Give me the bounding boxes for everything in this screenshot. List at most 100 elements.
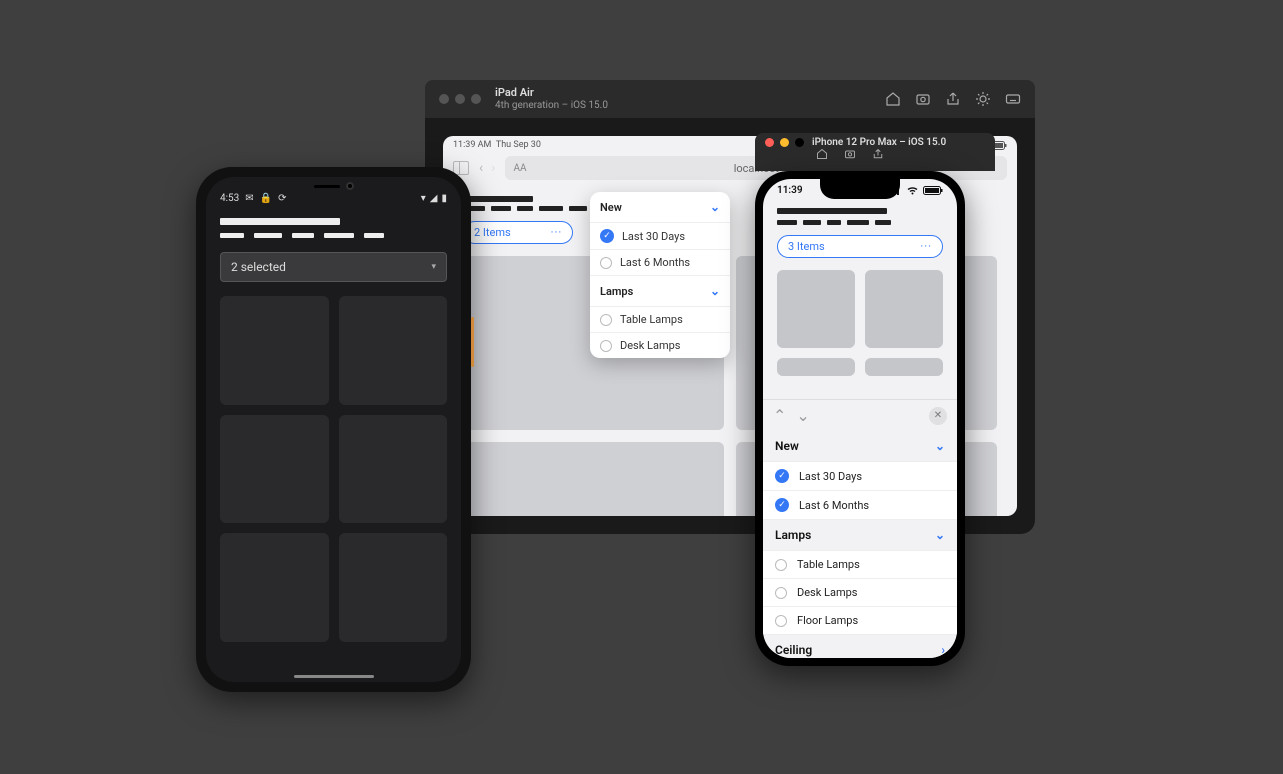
window-controls[interactable] xyxy=(765,138,804,147)
product-tile[interactable] xyxy=(463,442,724,516)
filter-section-ceiling[interactable]: Ceiling › xyxy=(763,635,957,658)
battery-icon: ▮ xyxy=(441,193,447,204)
product-tile[interactable] xyxy=(220,415,329,524)
product-tile[interactable] xyxy=(220,296,329,405)
product-tile[interactable] xyxy=(777,358,855,376)
window-controls[interactable] xyxy=(439,94,481,104)
iphone-bezel: 11:39 3 Items ··· xyxy=(755,171,965,666)
product-tile[interactable] xyxy=(339,533,448,642)
filter-popover: New ⌄ ✓ Last 30 Days Last 6 Months Lamps… xyxy=(590,192,730,358)
keyboard-icon[interactable] xyxy=(1005,91,1021,107)
filter-pill-more[interactable]: ··· xyxy=(551,226,563,239)
filter-section-lamps[interactable]: Lamps ⌄ xyxy=(590,275,730,306)
iphone-sim-titlebar[interactable]: iPhone 12 Pro Max – iOS 15.0 xyxy=(755,133,995,171)
filter-option[interactable]: Desk Lamps xyxy=(763,579,957,607)
zoom-dot[interactable] xyxy=(795,138,804,147)
product-tile[interactable] xyxy=(220,533,329,642)
android-screen: 4:53 ✉ 🔒 ⟳ ▾ ◢ ▮ xyxy=(206,177,461,682)
chevron-down-icon: ⌄ xyxy=(935,528,945,542)
filter-pill[interactable]: 3 Items ··· xyxy=(777,235,943,258)
page-title-placeholder xyxy=(777,208,887,214)
product-grid xyxy=(220,296,447,642)
ipad-sim-titlebar[interactable]: iPad Air 4th generation – iOS 15.0 xyxy=(425,80,1035,118)
product-tile[interactable] xyxy=(339,415,448,524)
filter-option[interactable]: Last 6 Months xyxy=(590,249,730,275)
breadcrumb-placeholder xyxy=(220,233,447,238)
text-size-icon[interactable]: AA xyxy=(513,163,526,174)
filter-option[interactable]: Table Lamps xyxy=(763,550,957,579)
minimize-dot[interactable] xyxy=(455,94,465,104)
filter-pill-more[interactable]: ··· xyxy=(920,240,932,253)
filter-option-label: Last 6 Months xyxy=(620,256,690,269)
radio-empty-icon xyxy=(600,314,612,326)
sim-toolbar-icons xyxy=(885,91,1021,107)
filter-option-label: Floor Lamps xyxy=(797,614,858,627)
chevron-down-icon: ⌄ xyxy=(710,200,720,214)
product-grid xyxy=(777,270,943,376)
check-icon: ✓ xyxy=(600,229,614,243)
brightness-icon[interactable] xyxy=(975,91,991,107)
forward-icon[interactable]: › xyxy=(491,160,495,176)
chevron-down-icon: ⌄ xyxy=(935,439,945,453)
home-indicator[interactable] xyxy=(294,675,374,678)
chevron-up-icon[interactable]: ⌃ xyxy=(773,406,786,425)
status-date: Thu Sep 30 xyxy=(496,140,541,150)
lock-icon: 🔒 xyxy=(260,193,272,204)
filter-sheet: ⌃ ⌄ ✕ New ⌄ ✓ Last 30 Days ✓ Last 6 Mont… xyxy=(763,399,957,658)
product-tile[interactable] xyxy=(339,296,448,405)
battery-icon xyxy=(923,186,943,195)
product-tile[interactable] xyxy=(777,270,855,348)
radio-empty-icon xyxy=(775,587,787,599)
product-tile[interactable] xyxy=(865,270,943,348)
page-title-placeholder xyxy=(463,196,533,202)
filter-option[interactable]: Floor Lamps xyxy=(763,607,957,635)
filter-option[interactable]: Table Lamps xyxy=(590,306,730,332)
page-title-placeholder xyxy=(220,218,447,238)
signal-icon: ◢ xyxy=(430,193,438,204)
screenshot-icon[interactable] xyxy=(843,148,857,160)
sim-device-name: iPad Air xyxy=(495,87,608,99)
close-button[interactable]: ✕ xyxy=(929,407,947,425)
filter-option[interactable]: ✓ Last 30 Days xyxy=(590,222,730,249)
filter-dropdown-label: 2 selected xyxy=(231,260,286,274)
chevron-down-icon: ⌄ xyxy=(710,284,720,298)
close-dot[interactable] xyxy=(439,94,449,104)
breadcrumb-placeholder xyxy=(777,220,943,225)
filter-pill[interactable]: 2 Items ··· xyxy=(463,221,573,244)
back-icon[interactable]: ‹ xyxy=(479,160,483,176)
chevron-down-icon[interactable]: ⌄ xyxy=(796,406,809,425)
iphone-screen: 11:39 3 Items ··· xyxy=(763,179,957,658)
filter-section-lamps[interactable]: Lamps ⌄ xyxy=(763,520,957,550)
filter-dropdown[interactable]: 2 selected ▾ xyxy=(220,252,447,282)
minimize-dot[interactable] xyxy=(780,138,789,147)
filter-option-label: Desk Lamps xyxy=(797,586,857,599)
filter-option-label: Table Lamps xyxy=(620,313,683,326)
close-dot[interactable] xyxy=(765,138,774,147)
filter-option[interactable]: Desk Lamps xyxy=(590,332,730,358)
home-icon[interactable] xyxy=(815,148,829,160)
filter-pill-label: 3 Items xyxy=(788,240,825,253)
filter-option-label: Last 6 Months xyxy=(799,499,869,512)
filter-section-title: New xyxy=(775,439,799,453)
chevron-right-icon: › xyxy=(941,643,945,657)
filter-option[interactable]: ✓ Last 6 Months xyxy=(763,491,957,520)
home-icon[interactable] xyxy=(885,91,901,107)
radio-empty-icon xyxy=(775,615,787,627)
radio-empty-icon xyxy=(600,257,612,269)
wifi-icon: ▾ xyxy=(421,193,426,204)
filter-section-new[interactable]: New ⌄ xyxy=(763,431,957,461)
filter-section-title: New xyxy=(600,201,622,214)
android-bezel: 4:53 ✉ 🔒 ⟳ ▾ ◢ ▮ xyxy=(196,167,471,692)
filter-option-label: Last 30 Days xyxy=(799,470,862,483)
wifi-icon xyxy=(906,186,919,195)
filter-section-title: Lamps xyxy=(775,528,811,542)
radio-empty-icon xyxy=(775,559,787,571)
share-icon[interactable] xyxy=(871,148,885,160)
screenshot-icon[interactable] xyxy=(915,91,931,107)
filter-section-new[interactable]: New ⌄ xyxy=(590,192,730,222)
share-icon[interactable] xyxy=(945,91,961,107)
filter-option[interactable]: ✓ Last 30 Days xyxy=(763,461,957,491)
check-icon: ✓ xyxy=(775,469,789,483)
product-tile[interactable] xyxy=(865,358,943,376)
zoom-dot[interactable] xyxy=(471,94,481,104)
